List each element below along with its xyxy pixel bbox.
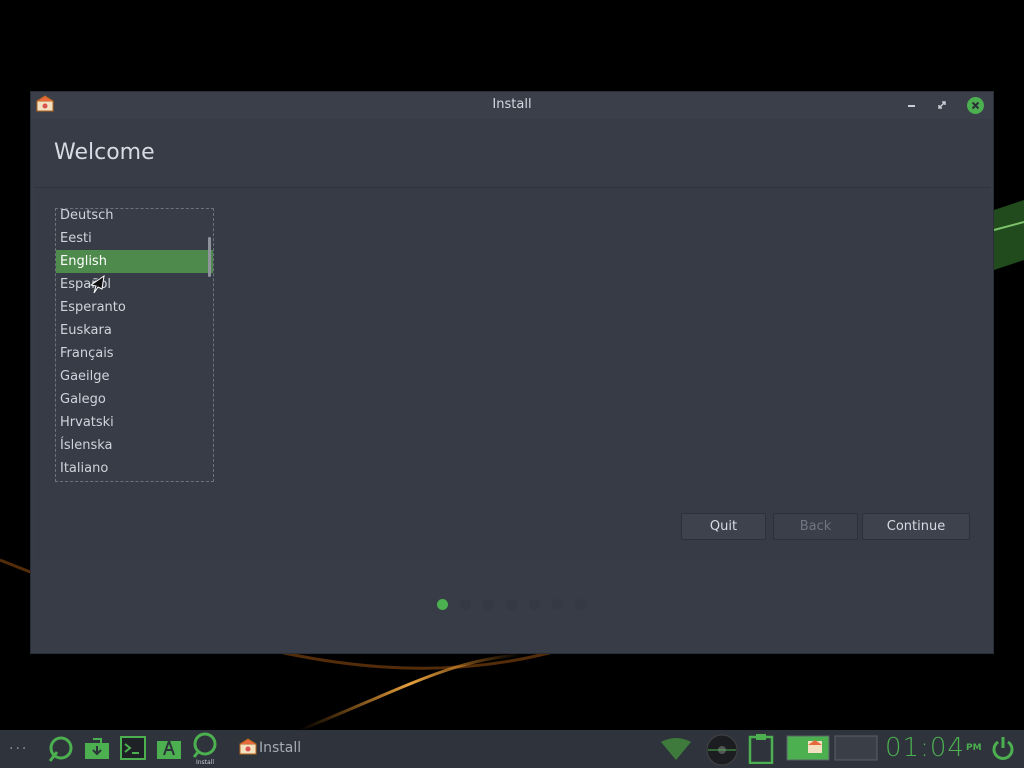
- language-item[interactable]: Euskara: [56, 319, 213, 342]
- power-icon[interactable]: [990, 735, 1016, 765]
- install-launcher-label: Install: [196, 759, 214, 766]
- minimize-button[interactable]: [904, 97, 920, 113]
- taskbar-window-label[interactable]: Install: [259, 740, 301, 756]
- progress-step-dot: [460, 599, 471, 610]
- back-button[interactable]: Back: [773, 513, 858, 540]
- language-list[interactable]: Deutsch Eesti English Español Esperanto …: [55, 208, 214, 482]
- progress-step-dot: [437, 599, 448, 610]
- window-titlebar[interactable]: Install: [31, 92, 993, 119]
- language-item[interactable]: Hrvatski: [56, 411, 213, 434]
- progress-step-dot: [483, 599, 494, 610]
- disc-icon[interactable]: [706, 734, 738, 768]
- language-item[interactable]: Deutsch: [56, 209, 213, 227]
- language-item[interactable]: Français: [56, 342, 213, 365]
- install-launcher-icon[interactable]: Install: [192, 732, 218, 768]
- quit-button[interactable]: Quit: [681, 513, 766, 540]
- software-center-icon[interactable]: [84, 735, 110, 765]
- installer-task-icon[interactable]: [238, 738, 258, 760]
- language-item[interactable]: Esperanto: [56, 296, 213, 319]
- language-item-selected[interactable]: English: [56, 250, 213, 273]
- progress-step-dot: [575, 599, 586, 610]
- clock-period: PM: [966, 743, 982, 753]
- language-item[interactable]: Italiano: [56, 457, 213, 480]
- progress-step-dot: [529, 599, 540, 610]
- progress-step-dot: [506, 599, 517, 610]
- terminal-icon[interactable]: [120, 735, 146, 765]
- language-list-scrollbar[interactable]: [208, 237, 211, 277]
- more-apps-icon[interactable]: ···: [9, 741, 28, 757]
- language-item[interactable]: Íslenska: [56, 434, 213, 457]
- text-editor-icon[interactable]: [156, 735, 182, 765]
- language-item[interactable]: Gaeilge: [56, 365, 213, 388]
- language-item[interactable]: Español: [56, 273, 213, 296]
- wifi-icon[interactable]: [660, 738, 692, 764]
- continue-button[interactable]: Continue: [862, 513, 970, 540]
- menu-icon[interactable]: [46, 735, 74, 767]
- clipboard-icon[interactable]: [748, 732, 774, 768]
- language-item[interactable]: Galego: [56, 388, 213, 411]
- workspace-2-icon[interactable]: [834, 735, 878, 765]
- close-button[interactable]: [967, 97, 984, 114]
- install-window: Install Welcome Deutsch Eesti English Es…: [30, 91, 994, 654]
- progress-step-dot: [552, 599, 563, 610]
- maximize-button[interactable]: [934, 97, 950, 113]
- workspace-1-icon[interactable]: [786, 735, 830, 765]
- window-title: Install: [492, 97, 532, 112]
- page-title: Welcome: [54, 140, 155, 165]
- language-item[interactable]: Eesti: [56, 227, 213, 250]
- clock[interactable]: 01:04: [885, 733, 965, 763]
- mouse-pointer-icon: [89, 274, 106, 295]
- taskbar: ··· Install Install 01:04 PM: [0, 730, 1024, 768]
